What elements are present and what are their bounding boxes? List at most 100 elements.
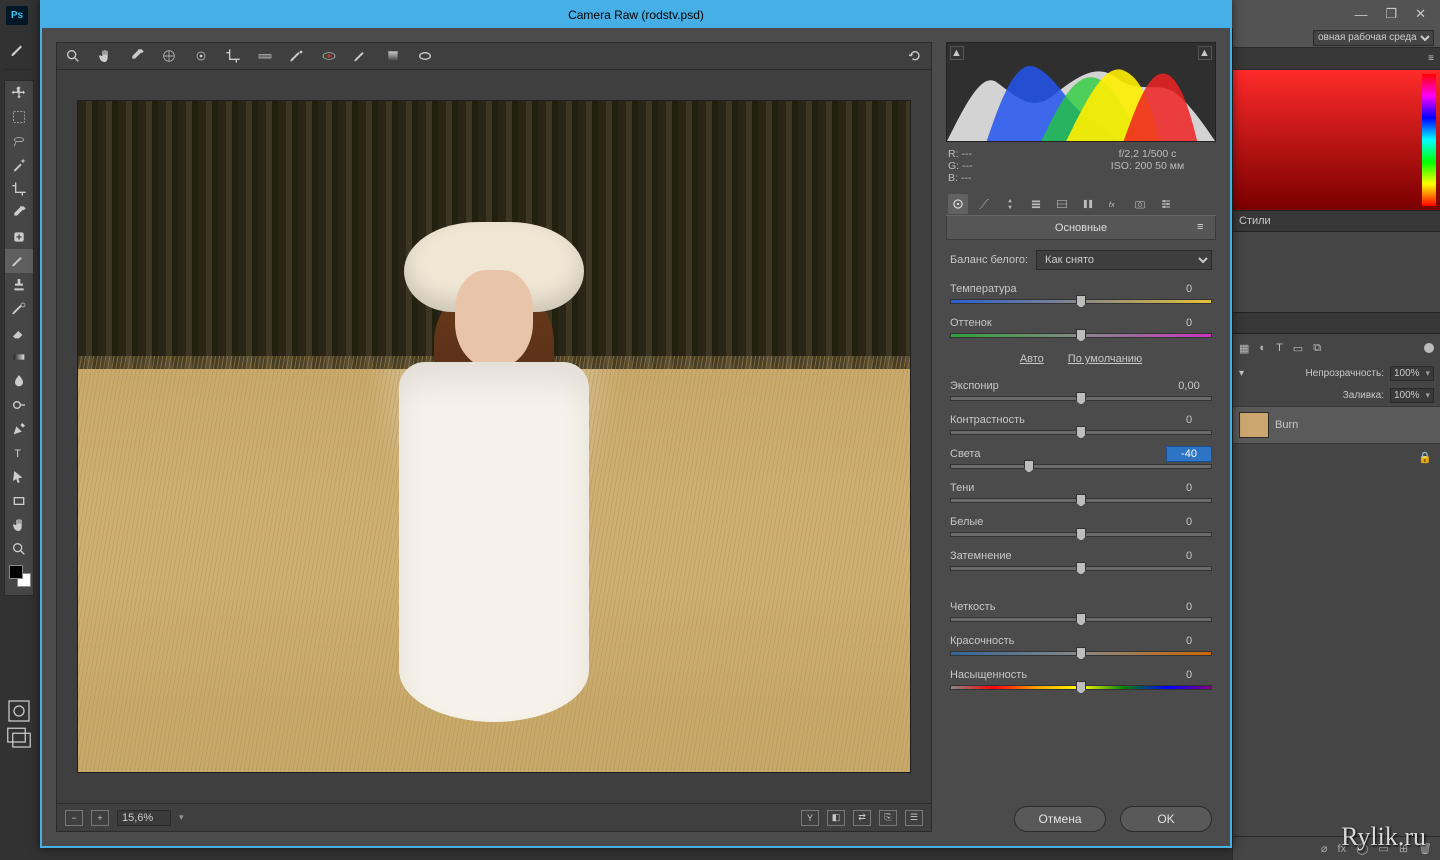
pen-tool[interactable] (5, 417, 33, 441)
tab-lens[interactable] (1078, 194, 1098, 214)
auto-link[interactable]: Авто (1020, 353, 1044, 365)
eyedropper-tool[interactable] (5, 201, 33, 225)
lock-icon[interactable]: 🔒 (1418, 451, 1432, 464)
graduated-filter-icon[interactable] (383, 46, 403, 66)
filter-shape-icon[interactable]: ▭ (1293, 342, 1303, 355)
before-after-swap-icon[interactable]: ⇄ (853, 810, 871, 826)
layer-name[interactable]: Burn (1275, 419, 1298, 431)
radial-filter-icon[interactable] (415, 46, 435, 66)
fx-icon[interactable]: fx (1338, 843, 1347, 855)
stamp-tool[interactable] (5, 273, 33, 297)
rect-tool[interactable] (5, 489, 33, 513)
filter-adjust-icon[interactable]: ◐ (1259, 342, 1266, 354)
ok-button[interactable]: OK (1120, 806, 1212, 832)
slider-clarity[interactable]: Четкость0 (950, 599, 1212, 622)
new-layer-icon[interactable]: ⊞ (1399, 842, 1408, 855)
move-tool[interactable] (5, 81, 33, 105)
slider-contrast[interactable]: Контрастность0 (950, 412, 1212, 435)
eraser-tool[interactable] (5, 321, 33, 345)
hue-strip[interactable] (1422, 74, 1436, 206)
slider-highlights[interactable]: Света-40 (950, 446, 1212, 469)
layers-panel-header[interactable] (1233, 312, 1440, 334)
wb-select[interactable]: Как снято (1036, 250, 1212, 270)
fill-value[interactable]: 100% (1390, 388, 1434, 403)
dodge-tool[interactable] (5, 393, 33, 417)
slider-saturation[interactable]: Насыщенность0 (950, 667, 1212, 690)
slider-blacks[interactable]: Затемнение0 (950, 548, 1212, 571)
tab-hsl[interactable] (1026, 194, 1046, 214)
hand-tool[interactable] (5, 513, 33, 537)
wb-tool-icon[interactable] (127, 46, 147, 66)
tab-presets[interactable] (1156, 194, 1176, 214)
marquee-tool[interactable] (5, 105, 33, 129)
zoom-out-icon[interactable]: − (65, 810, 83, 826)
slider-vibrance[interactable]: Красочность0 (950, 633, 1212, 656)
quickmask-toggle[interactable] (4, 698, 34, 724)
zoom-tool[interactable] (5, 537, 33, 561)
tab-detail[interactable] (1000, 194, 1020, 214)
ps-toolbox: T (4, 80, 34, 596)
slider-shadows[interactable]: Тени0 (950, 480, 1212, 503)
filter-type-icon[interactable]: T (1276, 342, 1283, 354)
color-swatches[interactable] (5, 561, 33, 595)
filter-pixel-icon[interactable]: ▦ (1239, 342, 1249, 355)
redeye-icon[interactable] (319, 46, 339, 66)
slider-exposure[interactable]: Экспонир0,00 (950, 378, 1212, 401)
hand-tool-icon[interactable] (95, 46, 115, 66)
opacity-value[interactable]: 100% (1390, 366, 1434, 381)
settings-icon[interactable]: ☰ (905, 810, 923, 826)
color-panel-header[interactable]: ≡ (1233, 48, 1440, 70)
default-link[interactable]: По умолчанию (1068, 353, 1142, 365)
tab-split[interactable] (1052, 194, 1072, 214)
path-tool[interactable] (5, 465, 33, 489)
before-after-y-icon[interactable]: Y (801, 810, 819, 826)
target-adjust-icon[interactable] (191, 46, 211, 66)
tab-camera[interactable] (1130, 194, 1150, 214)
styles-tab[interactable]: Стили (1239, 215, 1271, 227)
zoom-level[interactable]: 15,6% (117, 810, 171, 826)
minimize-button[interactable]: — (1354, 7, 1367, 22)
filter-toggle[interactable] (1424, 343, 1434, 353)
slider-tint[interactable]: Оттенок0 (950, 315, 1212, 338)
preview-area[interactable] (56, 70, 932, 804)
panel-menu-icon[interactable]: ≡ (1197, 221, 1211, 233)
group-icon[interactable]: ▭ (1378, 842, 1388, 855)
ps-right-panels: овная рабочая среда ≡ Стили ▦ ◐ T ▭ ⧉ ▾ … (1232, 28, 1440, 860)
tab-curve[interactable] (974, 194, 994, 214)
spot-removal-icon[interactable] (287, 46, 307, 66)
history-brush-tool[interactable] (5, 297, 33, 321)
workspace-select[interactable]: овная рабочая среда (1313, 30, 1434, 46)
zoom-tool-icon[interactable] (63, 46, 83, 66)
close-button[interactable]: ✕ (1415, 6, 1426, 22)
trash-icon[interactable]: 🗑 (1418, 842, 1432, 855)
slider-temperature[interactable]: Температура0 (950, 281, 1212, 304)
tab-basic[interactable] (948, 194, 968, 214)
zoom-in-icon[interactable]: + (91, 810, 109, 826)
adjustment-brush-icon[interactable] (351, 46, 371, 66)
link-layers-icon[interactable]: ⌀ (1321, 842, 1328, 855)
slider-whites[interactable]: Белые0 (950, 514, 1212, 537)
maximize-button[interactable]: ❐ (1385, 6, 1397, 22)
blur-tool[interactable] (5, 369, 33, 393)
layer-row[interactable]: Burn (1233, 406, 1440, 444)
lasso-tool[interactable] (5, 129, 33, 153)
healing-tool[interactable] (5, 225, 33, 249)
filter-smart-icon[interactable]: ⧉ (1313, 342, 1321, 355)
before-after-split-icon[interactable]: ◧ (827, 810, 845, 826)
mask-icon[interactable]: ◯ (1356, 842, 1368, 855)
color-picker[interactable] (1233, 70, 1440, 210)
gradient-tool[interactable] (5, 345, 33, 369)
straighten-icon[interactable] (255, 46, 275, 66)
rotate-icon[interactable] (905, 46, 925, 66)
brush-tool[interactable] (5, 249, 33, 273)
type-tool[interactable]: T (5, 441, 33, 465)
tab-fx[interactable]: fx (1104, 194, 1124, 214)
before-after-copy-icon[interactable]: ⎘ (879, 810, 897, 826)
crop-tool[interactable] (5, 177, 33, 201)
color-sampler-icon[interactable] (159, 46, 179, 66)
cancel-button[interactable]: Отмена (1014, 806, 1106, 832)
histogram[interactable]: ▲ ▲ (946, 42, 1216, 142)
screen-mode-toggle[interactable] (4, 724, 34, 750)
crop-tool-icon[interactable] (223, 46, 243, 66)
wand-tool[interactable] (5, 153, 33, 177)
